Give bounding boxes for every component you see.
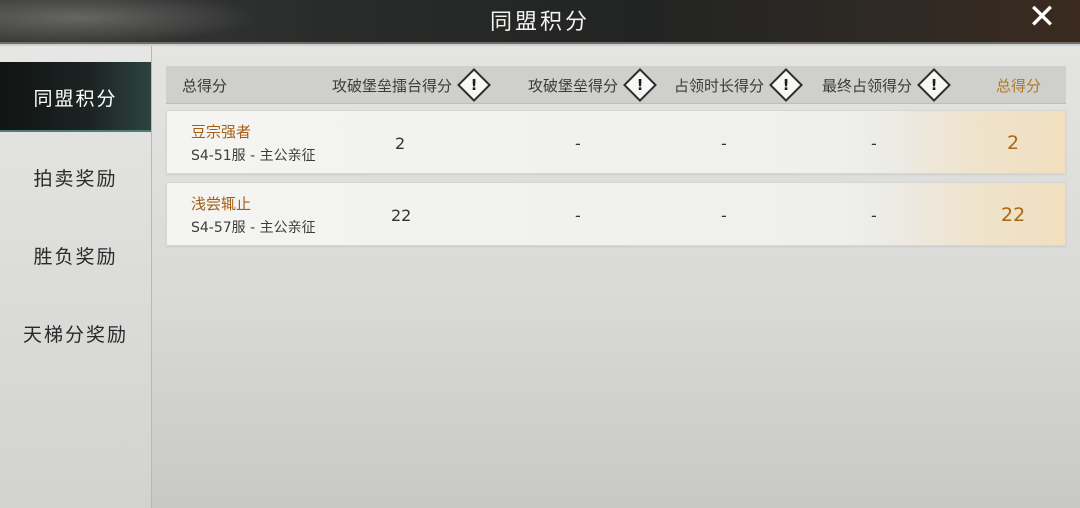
sidebar-item-label: 同盟积分 — [33, 87, 118, 110]
sidebar-item-win-loss-reward[interactable]: 胜负奖励 — [0, 216, 151, 294]
alliance-name: 豆宗强者 — [191, 123, 252, 141]
total-score: 22 — [1001, 204, 1026, 226]
sidebar-item-ladder-reward[interactable]: 天梯分奖励 — [0, 294, 151, 372]
sidebar-item-label: 胜负奖励 — [33, 245, 118, 268]
info-icon[interactable]: ! — [917, 68, 951, 102]
attack-fort-score: - — [575, 133, 581, 153]
attack-arena-score: 2 — [395, 133, 406, 153]
header-final-occupy: 最终占领得分 ! — [822, 66, 951, 104]
header-total-label: 总得分 — [182, 76, 228, 95]
sidebar-item-label: 天梯分奖励 — [22, 323, 128, 346]
sidebar-item-label: 拍卖奖励 — [33, 167, 118, 190]
info-icon[interactable]: ! — [623, 68, 657, 102]
final-occupy-score: - — [871, 205, 877, 225]
header-attack-arena: 攻破堡垒擂台得分 ! — [332, 66, 491, 104]
table-row[interactable]: 浅尝辄止 S4-57服 - 主公亲征 22 - - - 22 — [166, 182, 1066, 246]
close-icon[interactable]: ✕ — [1024, 0, 1060, 36]
alliance-name: 浅尝辄止 — [191, 195, 252, 213]
table-header: 总得分 攻破堡垒擂台得分 ! 攻破堡垒得分 ! 占领时长得分 ! 最终占领得分 … — [166, 66, 1066, 104]
info-icon[interactable]: ! — [457, 68, 491, 102]
occupy-time-score: - — [721, 133, 727, 153]
occupy-time-score: - — [721, 205, 727, 225]
sidebar: 同盟积分 拍卖奖励 胜负奖励 天梯分奖励 — [0, 46, 152, 508]
table-row[interactable]: 豆宗强者 S4-51服 - 主公亲征 2 - - - 2 — [166, 110, 1066, 174]
main-panel: 总得分 攻破堡垒擂台得分 ! 攻破堡垒得分 ! 占领时长得分 ! 最终占领得分 … — [152, 46, 1080, 508]
server-info: S4-51服 - 主公亲征 — [191, 148, 316, 164]
header-total: 总得分 — [996, 76, 1042, 95]
title-bar: 同盟积分 ✕ — [0, 0, 1080, 44]
total-score: 2 — [1007, 132, 1020, 154]
final-occupy-score: - — [871, 133, 877, 153]
attack-arena-score: 22 — [391, 205, 412, 225]
sidebar-item-alliance-points[interactable]: 同盟积分 — [0, 62, 151, 132]
attack-fort-score: - — [575, 205, 581, 225]
info-icon[interactable]: ! — [769, 68, 803, 102]
header-attack-fort: 攻破堡垒得分 ! — [528, 66, 657, 104]
server-info: S4-57服 - 主公亲征 — [191, 220, 316, 236]
window-title: 同盟积分 — [489, 10, 590, 35]
header-occupy-time: 占领时长得分 ! — [674, 66, 803, 104]
sidebar-item-auction-reward[interactable]: 拍卖奖励 — [0, 138, 151, 216]
